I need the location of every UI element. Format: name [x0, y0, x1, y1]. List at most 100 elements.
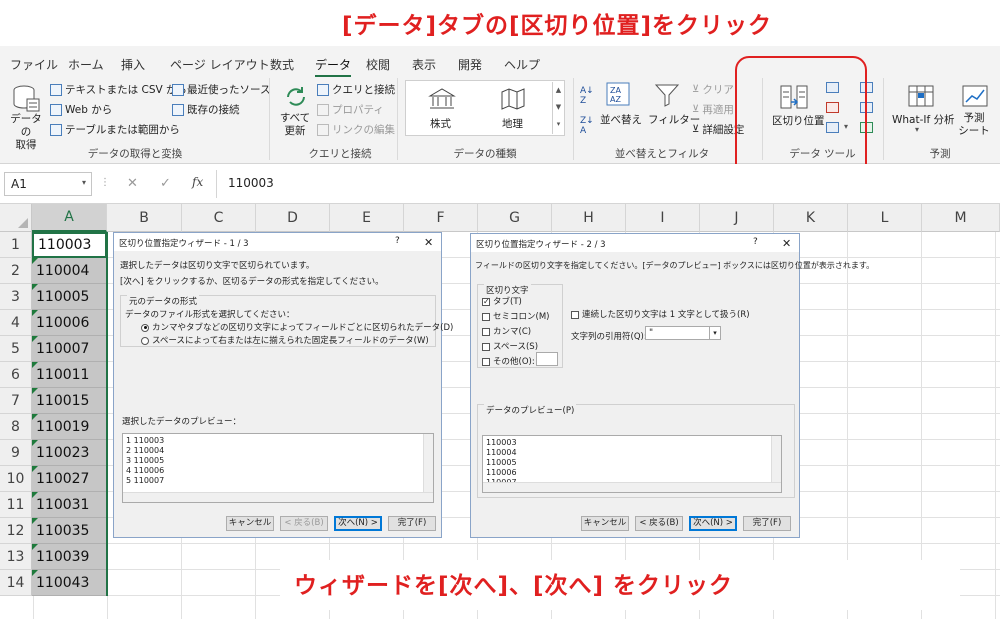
row-header[interactable]: 14	[0, 570, 32, 596]
cell-a6[interactable]: 110011	[32, 362, 107, 388]
wizard2-preview[interactable]: 110003 110004 110005 110006 110007	[482, 435, 782, 493]
col-header-k[interactable]: K	[774, 204, 848, 232]
sort-za-icon[interactable]: Z↓ A	[580, 116, 594, 136]
cell-a7[interactable]: 110015	[32, 388, 107, 414]
select-all-corner[interactable]	[0, 204, 32, 232]
reapply-button[interactable]: ⊻ 再適用	[692, 102, 734, 117]
col-header-d[interactable]: D	[256, 204, 330, 232]
tab-help[interactable]: ヘルプ	[504, 56, 540, 73]
tab-developer[interactable]: 開発	[458, 56, 482, 73]
delimited-radio[interactable]: カンマやタブなどの区切り文字によってフィールドごとに区切られたデータ(D)	[141, 321, 453, 333]
stocks-label[interactable]: 株式	[430, 116, 451, 131]
cell-a10[interactable]: 110027	[32, 466, 107, 492]
col-header-m[interactable]: M	[922, 204, 1000, 232]
wizard2-back-button[interactable]: < 戻る(B)	[635, 516, 683, 531]
fx-icon[interactable]: fx	[192, 175, 203, 189]
col-header-c[interactable]: C	[182, 204, 256, 232]
what-if-button[interactable]: What-If 分析	[892, 112, 955, 127]
confirm-icon[interactable]: ✓	[160, 176, 171, 191]
cell-a11[interactable]: 110031	[32, 492, 107, 518]
tab-data[interactable]: データ	[315, 56, 352, 77]
tab-formulas[interactable]: 数式	[270, 56, 294, 73]
vertical-scrollbar[interactable]	[771, 436, 781, 482]
geography-label[interactable]: 地理	[502, 116, 523, 131]
row-header[interactable]: 6	[0, 362, 32, 388]
cell-a9[interactable]: 110023	[32, 440, 107, 466]
formula-input[interactable]: 110003	[228, 176, 274, 190]
tab-view[interactable]: 表示	[412, 56, 436, 73]
col-header-f[interactable]: F	[404, 204, 478, 232]
space-checkbox[interactable]: スペース(S)	[482, 340, 538, 352]
row-header[interactable]: 3	[0, 284, 32, 310]
forecast-sheet-button[interactable]: 予測 シート	[956, 112, 992, 138]
col-header-i[interactable]: I	[626, 204, 700, 232]
help-icon[interactable]: ?	[395, 236, 400, 246]
cancel-icon[interactable]: ✕	[127, 176, 138, 191]
tab-file[interactable]: ファイル	[10, 56, 58, 73]
cell-a1[interactable]: 110003	[32, 232, 107, 258]
wizard1-next-button[interactable]: 次へ(N) >	[334, 516, 382, 531]
tab-page-layout[interactable]: ページ レイアウト	[170, 56, 270, 73]
gallery-scroll[interactable]: ▲ ▼ ▾	[552, 82, 564, 134]
wizard1-back-button[interactable]: < 戻る(B)	[280, 516, 328, 531]
tab-checkbox[interactable]: ✓ タブ(T)	[482, 295, 522, 307]
cell-a14[interactable]: 110043	[32, 570, 107, 596]
vertical-scrollbar[interactable]	[423, 434, 433, 492]
tab-home[interactable]: ホーム	[68, 56, 104, 73]
row-header[interactable]: 7	[0, 388, 32, 414]
close-icon[interactable]: ✕	[782, 237, 791, 250]
cell-a4[interactable]: 110006	[32, 310, 107, 336]
get-data-button[interactable]: データの 取得	[6, 113, 46, 152]
col-header-j[interactable]: J	[700, 204, 774, 232]
semicolon-checkbox[interactable]: セミコロン(M)	[482, 310, 549, 322]
col-header-l[interactable]: L	[848, 204, 922, 232]
row-header[interactable]: 13	[0, 544, 32, 570]
existing-connections-button[interactable]: 既存の接続	[172, 102, 240, 117]
cell-a2[interactable]: 110004	[32, 258, 107, 284]
from-text-csv-button[interactable]: テキストまたは CSV から	[50, 82, 187, 97]
cell-a8[interactable]: 110019	[32, 414, 107, 440]
wizard2-cancel-button[interactable]: キャンセル	[581, 516, 629, 531]
row-header[interactable]: 5	[0, 336, 32, 362]
tab-review[interactable]: 校閲	[366, 56, 390, 73]
wizard2-next-button[interactable]: 次へ(N) >	[689, 516, 737, 531]
text-qualifier-select[interactable]: " ▾	[645, 326, 721, 340]
cell-a5[interactable]: 110007	[32, 336, 107, 362]
close-icon[interactable]: ✕	[424, 236, 433, 249]
row-header[interactable]: 1	[0, 232, 32, 258]
row-header[interactable]: 11	[0, 492, 32, 518]
row-header[interactable]: 10	[0, 466, 32, 492]
wizard1-finish-button[interactable]: 完了(F)	[388, 516, 436, 531]
col-header-b[interactable]: B	[107, 204, 182, 232]
row-header[interactable]: 9	[0, 440, 32, 466]
from-table-button[interactable]: テーブルまたは範囲から	[50, 122, 180, 137]
edit-links-button[interactable]: リンクの編集	[317, 122, 395, 137]
wizard2-finish-button[interactable]: 完了(F)	[743, 516, 791, 531]
help-icon[interactable]: ?	[753, 237, 758, 247]
row-header[interactable]: 4	[0, 310, 32, 336]
sort-az-icon[interactable]: A↓ Z	[580, 86, 594, 106]
col-header-a[interactable]: A	[32, 204, 107, 232]
fixed-width-radio[interactable]: スペースによって右または左に揃えられた固定長フィールドのデータ(W)	[141, 334, 429, 346]
row-header[interactable]: 12	[0, 518, 32, 544]
recent-sources-button[interactable]: 最近使ったソース	[172, 82, 270, 97]
clear-button[interactable]: ⊻ クリア	[692, 82, 734, 97]
queries-connections-button[interactable]: クエリと接続	[317, 82, 395, 97]
other-checkbox[interactable]: その他(O):	[482, 355, 535, 367]
row-header[interactable]: 2	[0, 258, 32, 284]
refresh-all-button[interactable]: すべて 更新	[276, 112, 314, 138]
col-header-h[interactable]: H	[552, 204, 626, 232]
wizard1-cancel-button[interactable]: キャンセル	[226, 516, 274, 531]
sort-button[interactable]: 並べ替え	[600, 112, 642, 127]
from-web-button[interactable]: Web から	[50, 102, 112, 117]
cell-a3[interactable]: 110005	[32, 284, 107, 310]
name-box[interactable]: A1 ▾	[4, 172, 92, 196]
consecutive-checkbox[interactable]: 連続した区切り文字は 1 文字として扱う(R)	[571, 308, 750, 320]
col-header-g[interactable]: G	[478, 204, 552, 232]
horizontal-scrollbar[interactable]	[483, 482, 781, 492]
tab-insert[interactable]: 挿入	[121, 56, 145, 73]
cell-a12[interactable]: 110035	[32, 518, 107, 544]
horizontal-scrollbar[interactable]	[123, 492, 433, 502]
col-header-e[interactable]: E	[330, 204, 404, 232]
other-delimiter-input[interactable]	[536, 352, 558, 366]
